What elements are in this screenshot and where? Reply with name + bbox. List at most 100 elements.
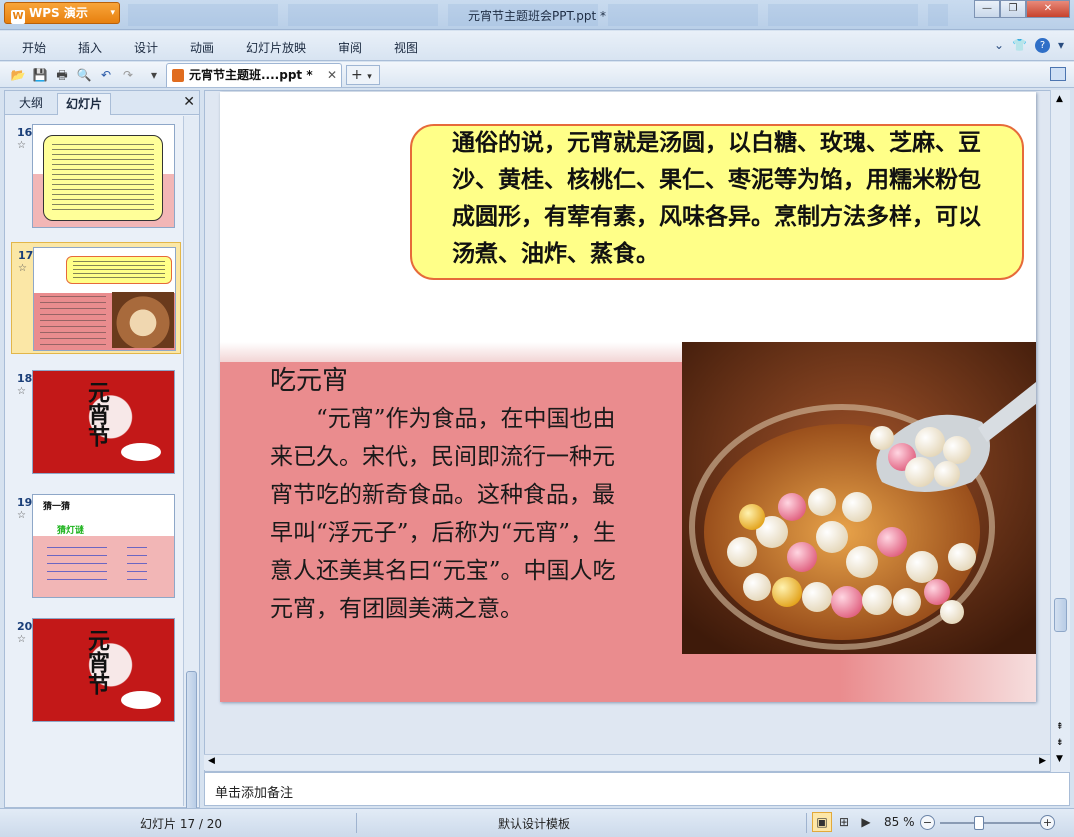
redo-icon[interactable]: ↷ <box>120 67 136 83</box>
panel-scrollbar[interactable] <box>183 116 199 811</box>
thumb-title: 元宵节 <box>84 381 110 447</box>
editor-horizontal-scrollbar[interactable]: ◀ ▶ <box>204 754 1050 770</box>
menu-bar: 开始 插入 设计 动画 幻灯片放映 审阅 视图 ⌄ 👕 ? ▾ <box>0 31 1074 61</box>
animation-star-icon: ☆ <box>17 634 26 645</box>
window-title: 元宵节主题班会PPT.ppt * <box>468 9 606 23</box>
thumb-text-lines <box>47 547 107 583</box>
status-divider <box>806 813 807 833</box>
collapse-ribbon-icon[interactable]: ⌄ <box>994 38 1004 53</box>
thumb-callout <box>66 256 172 284</box>
slide-thumbnail-19[interactable]: 19 ☆ 猜一猜 猜灯谜 <box>11 490 181 602</box>
print-icon[interactable]: 🖶 <box>54 67 70 83</box>
menu-view[interactable]: 视图 <box>394 39 418 56</box>
zoom-slider[interactable] <box>940 822 1040 824</box>
slide-thumbnail-16[interactable]: 16 ☆ <box>11 120 181 232</box>
skin-icon[interactable]: 👕 <box>1012 38 1027 53</box>
scroll-up-icon[interactable]: ▲ <box>1056 94 1063 104</box>
help-icon[interactable]: ? <box>1034 38 1050 53</box>
thumb-photo <box>112 292 174 348</box>
document-tab[interactable]: 元宵节主题班....ppt * ✕ <box>166 63 342 87</box>
normal-view-icon[interactable]: ▣ <box>812 812 832 832</box>
menu-insert[interactable]: 插入 <box>78 39 102 56</box>
dumpling-bowl-illustration <box>682 342 1036 654</box>
prev-slide-icon[interactable]: ⇞ <box>1056 722 1064 732</box>
zoom-in-icon[interactable]: + <box>1040 815 1055 830</box>
thumb-bowl <box>121 691 161 709</box>
notes-pane[interactable]: 单击添加备注 <box>204 772 1070 806</box>
close-panel-icon[interactable]: ✕ <box>183 94 195 110</box>
slide-thumbnail-20[interactable]: 20 ☆ 元宵节 <box>11 614 181 726</box>
thumbnail-image <box>32 124 175 228</box>
slideshow-icon[interactable]: ▶ <box>856 812 876 832</box>
scroll-down-icon[interactable]: ▼ <box>1056 754 1063 764</box>
animation-star-icon: ☆ <box>17 510 26 521</box>
thumb-text-lines <box>73 261 165 279</box>
thumbnail-image: 元宵节 <box>32 618 175 722</box>
thumb-text-lines <box>52 144 154 212</box>
slide-counter: 幻灯片 17 / 20 <box>140 817 223 831</box>
help-dropdown-icon[interactable]: ▾ <box>1058 38 1064 53</box>
slide-number: 18 <box>17 372 33 385</box>
thumb-text-lines <box>127 547 147 583</box>
thumbnail-image: 猜一猜 猜灯谜 <box>32 494 175 598</box>
animation-star-icon: ☆ <box>17 140 26 151</box>
ppt-file-icon <box>172 69 184 82</box>
window-layout-icon[interactable] <box>1050 67 1066 81</box>
slide-number: 17 <box>18 249 34 262</box>
slide-number: 16 <box>17 126 33 139</box>
zoom-slider-knob[interactable] <box>974 816 984 830</box>
menu-right-tools: ⌄ 👕 ? ▾ <box>994 38 1064 53</box>
editor-vertical-scrollbar[interactable]: ▲ ⇞ ⇟ ▼ <box>1050 90 1070 772</box>
slide-number: 20 <box>17 620 33 633</box>
scroll-left-icon[interactable]: ◀ <box>208 756 215 766</box>
panel-tabs: 大纲 幻灯片 ✕ <box>5 91 199 115</box>
menu-design[interactable]: 设计 <box>134 39 158 56</box>
status-bar: 幻灯片 17 / 20 默认设计模板 ▣ ⊞ ▶ 85 % − + <box>0 808 1074 837</box>
new-tab-button[interactable]: + ▾ <box>346 65 380 85</box>
undo-icon[interactable]: ↶ <box>98 67 114 83</box>
status-divider <box>356 813 357 833</box>
menu-slideshow[interactable]: 幻灯片放映 <box>246 39 306 56</box>
zoom-level: 85 % <box>884 815 915 829</box>
menu-animation[interactable]: 动画 <box>190 39 214 56</box>
close-button[interactable]: ✕ <box>1026 0 1070 18</box>
slide-thumbnail-17[interactable]: 17 ☆ <box>11 242 181 354</box>
thumb-bowl <box>121 443 161 461</box>
editor-scroll-thumb[interactable] <box>1054 598 1067 632</box>
slide-thumbnail-18[interactable]: 18 ☆ 元宵节 <box>11 366 181 478</box>
thumb-callout <box>43 135 163 221</box>
quick-toolbar: 📂 💾 🖶 🔍 ↶ ↷ ▾ 元宵节主题班....ppt * ✕ + ▾ <box>0 62 1074 88</box>
title-bar: W WPS 演示 ▾ 元宵节主题班会PPT.ppt * — ❐ ✕ <box>0 0 1074 30</box>
notes-placeholder[interactable]: 单击添加备注 <box>215 782 293 801</box>
open-icon[interactable]: 📂 <box>10 67 26 83</box>
callout-text[interactable]: 通俗的说，元宵就是汤圆，以白糖、玫瑰、芝麻、豆沙、黄桂、核桃仁、果仁、枣泥等为馅… <box>452 124 982 272</box>
thumbnail-list: 16 ☆ 17 ☆ 18 ☆ 元宵节 19 ☆ 猜一猜 猜灯谜 20 ☆ 元宵节 <box>5 116 183 808</box>
window-controls: — ❐ ✕ <box>974 0 1070 18</box>
zoom-out-icon[interactable]: − <box>920 815 935 830</box>
panel-scroll-thumb[interactable] <box>186 671 197 811</box>
thumbnail-image <box>33 247 176 351</box>
tab-outline[interactable]: 大纲 <box>11 93 51 115</box>
maximize-button[interactable]: ❐ <box>1000 0 1026 18</box>
thumb-title: 元宵节 <box>84 629 110 695</box>
animation-star-icon: ☆ <box>18 263 27 274</box>
slide-sorter-icon[interactable]: ⊞ <box>834 812 854 832</box>
document-tab-label: 元宵节主题班....ppt * <box>189 68 313 82</box>
save-icon[interactable]: 💾 <box>32 67 48 83</box>
print-preview-icon[interactable]: 🔍 <box>76 67 92 83</box>
scroll-right-icon[interactable]: ▶ <box>1039 756 1046 766</box>
tab-slides[interactable]: 幻灯片 <box>57 93 112 115</box>
customize-toolbar-icon[interactable]: ▾ <box>146 67 162 83</box>
body-text[interactable]: “元宵”作为食品，在中国也由来已久。宋代，民间即流行一种元宵节吃的新奇食品。这种… <box>270 400 618 628</box>
menu-review[interactable]: 审阅 <box>338 39 362 56</box>
next-slide-icon[interactable]: ⇟ <box>1056 738 1064 748</box>
menu-home[interactable]: 开始 <box>22 39 46 56</box>
chevron-down-icon: ▾ <box>367 72 372 82</box>
current-slide[interactable]: 通俗的说，元宵就是汤圆，以白糖、玫瑰、芝麻、豆沙、黄桂、核桃仁、果仁、枣泥等为馅… <box>220 92 1036 702</box>
close-tab-icon[interactable]: ✕ <box>327 64 337 86</box>
design-template-label[interactable]: 默认设计模板 <box>498 815 570 832</box>
decor-fade <box>840 654 1036 702</box>
minimize-button[interactable]: — <box>974 0 1000 18</box>
yuanxiao-photo[interactable] <box>682 342 1036 654</box>
section-title[interactable]: 吃元宵 <box>270 360 348 397</box>
